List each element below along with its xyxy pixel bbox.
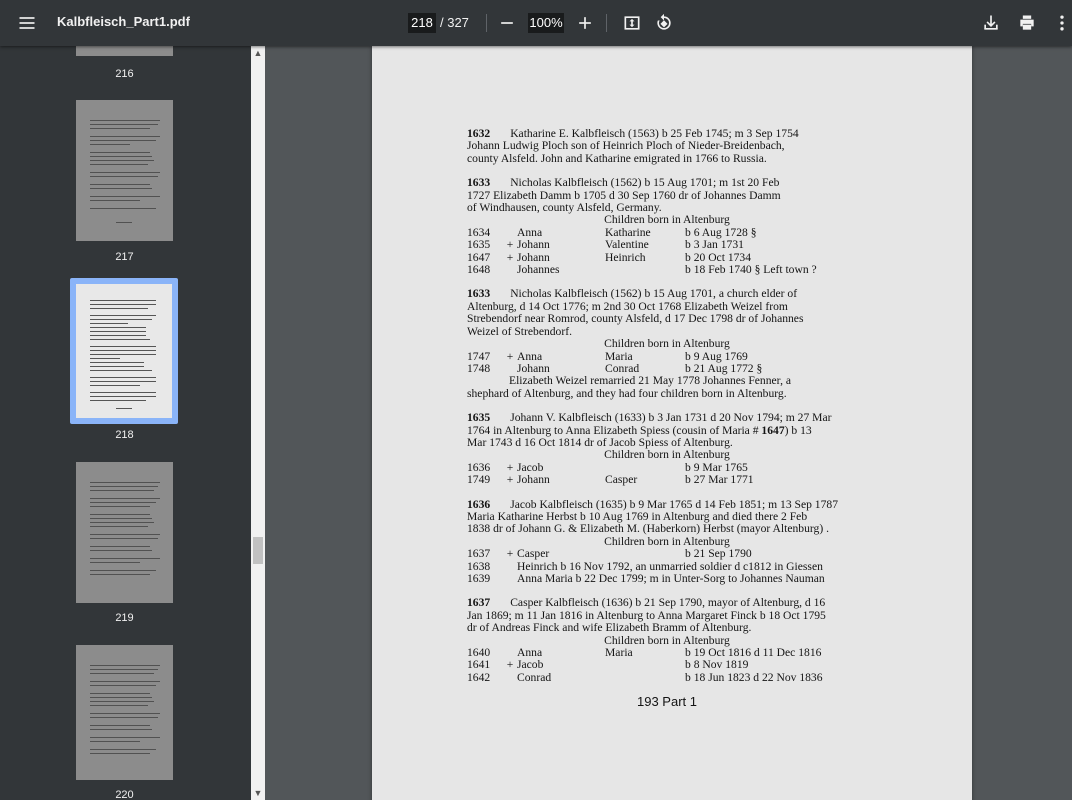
thumbnail-sidebar: 216 217 218 219 220 [0, 46, 251, 800]
child-row: 1639 Anna Maria b 22 Dec 1799; m in Unter… [467, 572, 825, 585]
thumbnail-219[interactable] [76, 462, 173, 603]
more-options-icon[interactable] [1047, 8, 1072, 38]
page-total: / 327 [440, 15, 469, 30]
child-row: 1648 Johannes b 18 Feb 1740 § Left town ? [467, 263, 817, 277]
entry-line: Strebendorf near Romrod, county Alsfeld,… [467, 312, 804, 326]
child-row: 1749 + Johann Casper b 27 Mar 1771 [467, 473, 754, 487]
menu-icon[interactable] [12, 8, 42, 38]
thumbnail-220[interactable] [76, 645, 173, 780]
thumbnail-number: 216 [115, 68, 134, 80]
thumbnail-image [76, 46, 173, 56]
entry-1633-first: 1633 Nicholas Kalbfleisch (1562) b 15 Aug… [467, 177, 907, 276]
thumbnail-image [76, 100, 173, 241]
entry-note: Elizabeth Weizel remarried 21 May 1778 J… [509, 374, 792, 388]
entry-1632: 1632 Katharine E. Kalbfleisch (1563) b 25… [467, 127, 907, 165]
child-row: 1637 + Casper b 21 Sep 1790 [467, 547, 752, 561]
child-row: 1641 + Jacob b 8 Nov 1819 [467, 658, 749, 672]
entry-text: Nicholas Kalbfleisch (1562) b 15 Aug 170… [510, 287, 798, 301]
entry-text: Jacob Kalbfleisch (1635) b 9 Mar 1765 d … [510, 497, 838, 511]
entry-line: dr of Andreas Finck and wife Elizabeth B… [467, 621, 752, 635]
download-icon[interactable] [976, 8, 1006, 38]
entry-line: county Alsfeld. John and Katharine emigr… [467, 151, 767, 165]
thumbnail-217[interactable] [76, 100, 173, 241]
entry-1635: 1635 Johann V. Kalbfleisch (1633) b 3 Jan… [467, 411, 907, 487]
entry-line: 1838 dr of Johann G. & Elizabeth M. (Hab… [467, 522, 830, 536]
thumbnail-number: 217 [115, 251, 134, 263]
child-row: 1642 Conrad b 18 Jun 1823 d 22 Nov 1836 [467, 670, 823, 684]
children-heading: Children born in Altenburg [604, 448, 730, 462]
sidebar-scrollbar[interactable]: ▲ ▼ [251, 46, 265, 800]
fit-to-page-icon[interactable] [617, 8, 647, 38]
entry-id: 1636 [467, 497, 491, 511]
thumbnail-image [76, 645, 173, 780]
entry-text: Nicholas Kalbfleisch (1562) b 15 Aug 170… [510, 176, 780, 190]
entry-text: Johann V. Kalbfleisch (1633) b 3 Jan 173… [510, 411, 832, 425]
entry-note: shephard of Altenburg, and they had four… [467, 386, 787, 400]
document-title: Kalbfleisch_Part1.pdf [57, 14, 190, 29]
page-number-input[interactable]: 218 [408, 13, 436, 33]
entry-id: 1633 [467, 287, 491, 301]
entry-text: Casper Kalbfleisch (1636) b 21 Sep 1790,… [510, 596, 826, 610]
document-viewer[interactable]: 1632 Katharine E. Kalbfleisch (1563) b 25… [265, 46, 1072, 800]
thumbnail-image [76, 462, 173, 603]
thumbnail-number: 220 [115, 789, 134, 800]
entry-1637: 1637 Casper Kalbfleisch (1636) b 21 Sep 1… [467, 597, 907, 684]
entry-id: 1633 [467, 176, 491, 190]
print-icon[interactable] [1012, 8, 1042, 38]
pdf-page: 1632 Katharine E. Kalbfleisch (1563) b 25… [372, 46, 972, 800]
divider [486, 14, 487, 32]
entry-line: Johann Ludwig Ploch son of Heinrich Ploc… [467, 139, 785, 153]
thumbnail-218-selected[interactable] [70, 278, 178, 424]
thumbnail-216[interactable] [76, 46, 173, 56]
zoom-out-button[interactable] [492, 8, 522, 38]
zoom-in-button[interactable] [570, 8, 600, 38]
thumbnail-number: 219 [115, 612, 134, 624]
children-heading: Children born in Altenburg [604, 213, 730, 227]
thumbnail-number: 218 [115, 429, 134, 441]
page-content: 1632 Katharine E. Kalbfleisch (1563) b 25… [467, 127, 907, 710]
thumbnail-image [76, 284, 172, 418]
entry-1636: 1636 Jacob Kalbfleisch (1635) b 9 Mar 176… [467, 497, 907, 586]
entry-id: 1635 [467, 411, 491, 425]
entry-text: Katharine E. Kalbfleisch (1563) b 25 Feb… [510, 127, 799, 140]
divider [606, 14, 607, 32]
rotate-icon[interactable] [649, 8, 679, 38]
page-footer: 193 Part 1 [637, 694, 697, 710]
child-row: 1635 + Johann Valentine b 3 Jan 1731 [467, 238, 744, 252]
scrollbar-thumb[interactable] [253, 537, 263, 564]
entry-id: 1632 [467, 127, 491, 140]
scroll-up-icon[interactable]: ▲ [253, 48, 263, 58]
entry-id: 1637 [467, 596, 491, 610]
pdf-toolbar: Kalbfleisch_Part1.pdf 218 / 327 100% [0, 0, 1072, 46]
scroll-down-icon[interactable]: ▼ [253, 788, 263, 798]
entry-1633-second: 1633 Nicholas Kalbfleisch (1562) b 15 Aug… [467, 288, 907, 400]
zoom-level-input[interactable]: 100% [528, 13, 564, 33]
children-heading: Children born in Altenburg [604, 337, 730, 351]
